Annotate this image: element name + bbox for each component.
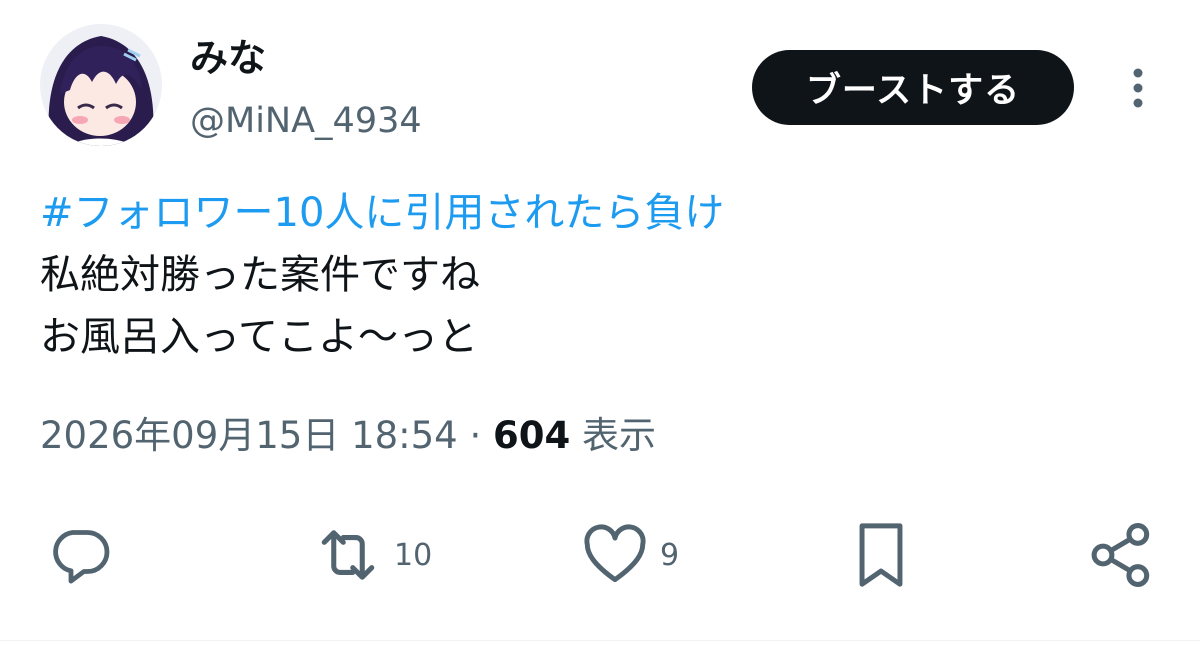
share-button[interactable] bbox=[1084, 515, 1160, 595]
tweet-card: みな @MiNA_4934 ブーストする #フォロワー10人に引用されたら負け … bbox=[0, 0, 1200, 657]
avatar-image bbox=[40, 24, 162, 146]
bookmark-button[interactable] bbox=[846, 515, 916, 595]
retweet-button[interactable]: 10 bbox=[310, 515, 432, 595]
action-bar: 10 9 bbox=[0, 515, 1200, 595]
reply-icon bbox=[53, 530, 110, 584]
more-vertical-icon bbox=[1133, 68, 1143, 108]
retweet-count: 10 bbox=[394, 537, 433, 573]
bookmark-icon bbox=[859, 523, 903, 587]
meta-separator: · bbox=[469, 414, 482, 457]
retweet-icon bbox=[321, 530, 375, 580]
hashtag-link[interactable]: #フォロワー10人に引用されたら負け bbox=[40, 182, 1160, 244]
tweet-text-line: お風呂入ってこよ〜っと bbox=[40, 314, 478, 360]
more-options-button[interactable] bbox=[1116, 62, 1160, 114]
tweet-text: #フォロワー10人に引用されたら負け 私絶対勝った案件ですね お風呂入ってこよ〜… bbox=[40, 182, 1160, 368]
tweet-text-line: 私絶対勝った案件ですね bbox=[40, 252, 480, 298]
like-button[interactable]: 9 bbox=[578, 515, 679, 595]
boost-button[interactable]: ブーストする bbox=[752, 50, 1074, 125]
display-name[interactable]: みな bbox=[190, 30, 266, 86]
user-handle[interactable]: @MiNA_4934 bbox=[190, 96, 422, 146]
heart-icon bbox=[584, 524, 646, 583]
views-label: 表示 bbox=[582, 414, 657, 457]
share-icon bbox=[1091, 523, 1150, 587]
views-count: 604 bbox=[493, 414, 571, 457]
divider bbox=[0, 640, 1200, 641]
reply-button[interactable] bbox=[44, 515, 116, 595]
like-count: 9 bbox=[660, 537, 680, 573]
avatar[interactable] bbox=[40, 24, 162, 146]
timestamp[interactable]: 2026年09月15日 18:54 bbox=[40, 414, 458, 457]
tweet-meta: 2026年09月15日 18:54 · 604 表示 bbox=[40, 410, 656, 462]
